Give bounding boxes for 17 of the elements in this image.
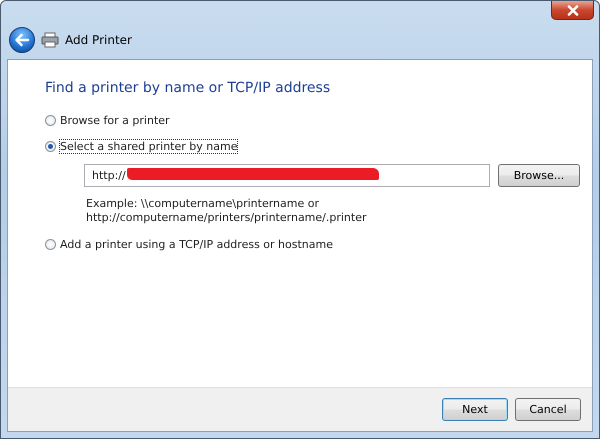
back-button[interactable] — [9, 27, 35, 53]
radio-button[interactable] — [45, 141, 56, 152]
close-button[interactable] — [551, 1, 594, 20]
radio-button[interactable] — [45, 239, 56, 250]
cancel-button[interactable]: Cancel — [515, 398, 581, 421]
window-title: Add Printer — [65, 33, 132, 47]
browse-button[interactable]: Browse... — [498, 164, 580, 187]
radio-option[interactable]: Add a printer using a TCP/IP address or hostname — [45, 238, 333, 251]
arrow-icon — [14, 33, 30, 47]
close-icon — [566, 4, 580, 16]
printer-icon — [41, 32, 59, 48]
example-text: Example: \\computername\printername or http://computername/printers/printername/.printer — [86, 197, 368, 225]
next-button[interactable]: Next — [442, 398, 508, 421]
radio-button[interactable] — [45, 115, 56, 126]
page-heading: Find a printer by name or TCP/IP address — [45, 80, 332, 96]
radio-option[interactable]: Browse for a printer — [45, 114, 170, 127]
radio-option[interactable]: Select a shared printer by name — [45, 140, 238, 153]
